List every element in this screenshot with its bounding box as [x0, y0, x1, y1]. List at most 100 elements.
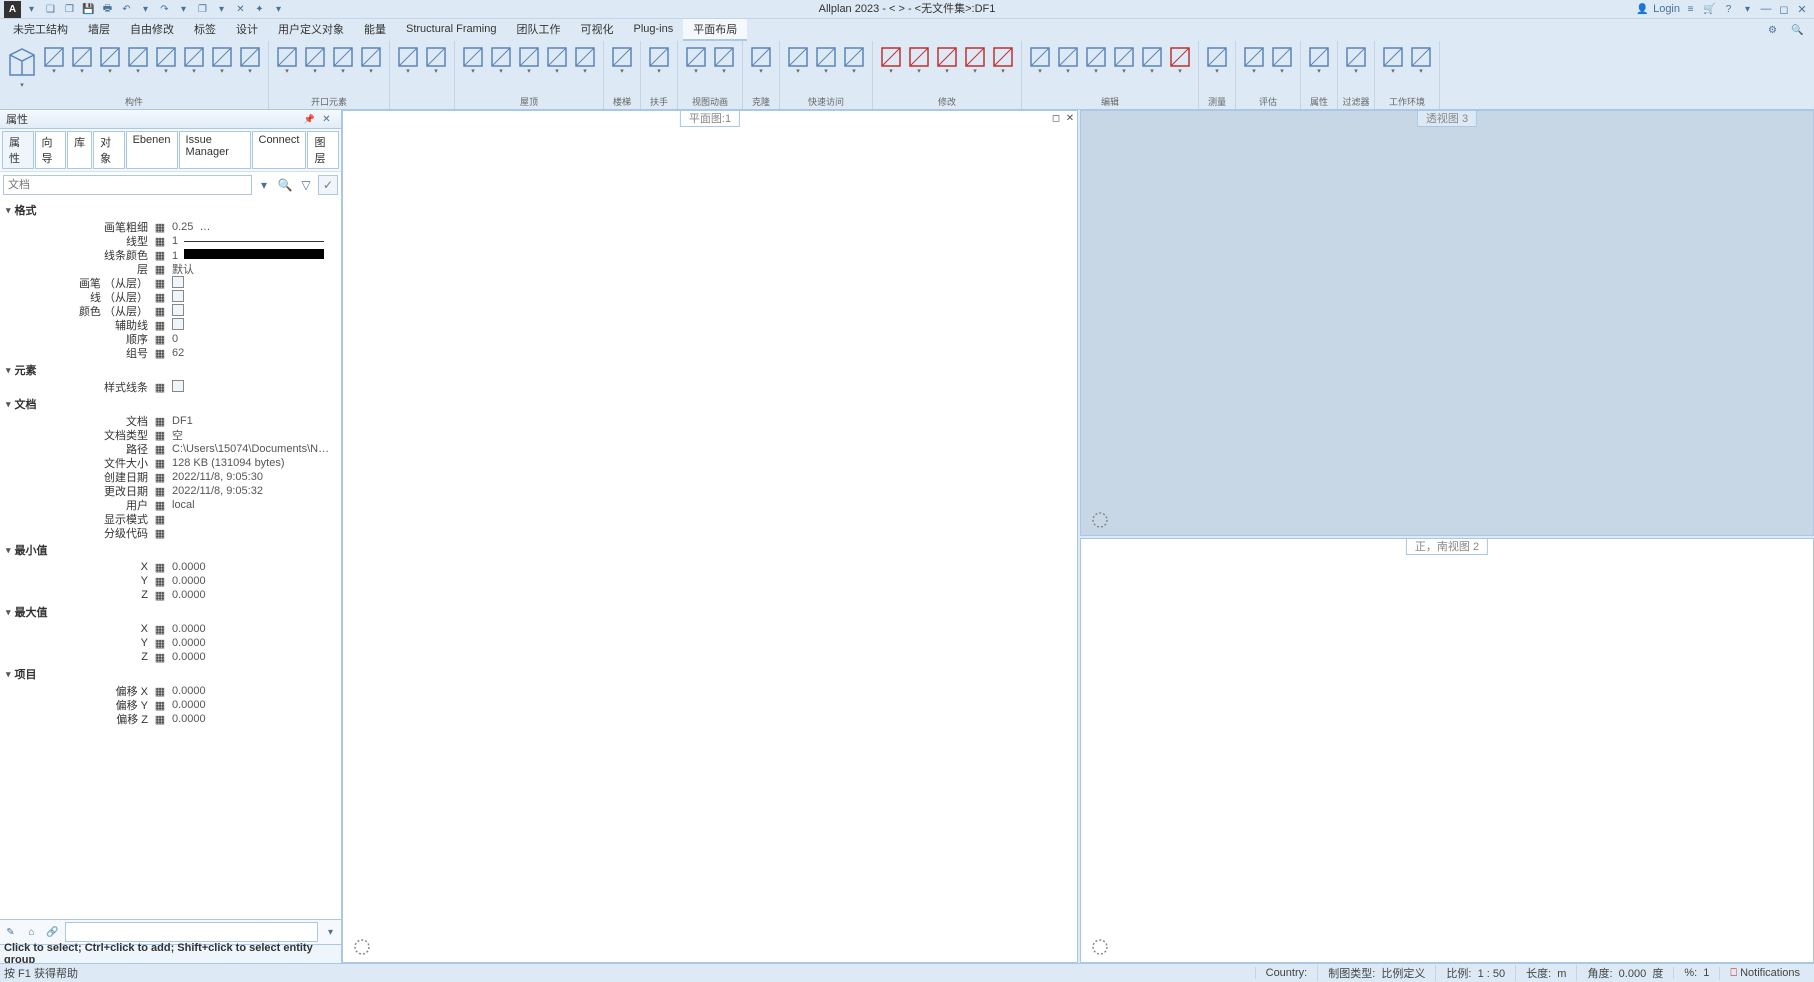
qat-new-icon[interactable]: ❏ — [42, 1, 59, 18]
wand-icon[interactable]: ✎ — [2, 924, 19, 941]
view-south[interactable]: 正，南视图 2 — [1080, 538, 1814, 964]
ed3-icon[interactable]: ▾ — [1082, 43, 1110, 77]
qat-open-icon[interactable]: ❐ — [61, 1, 78, 18]
qat-conf-icon[interactable]: ✕ — [232, 1, 249, 18]
ed4-icon[interactable]: ▾ — [1110, 43, 1138, 77]
filter-icon[interactable]: ▽ — [297, 176, 315, 194]
qat-copy-icon[interactable]: ▾ — [175, 1, 192, 18]
prop-row[interactable]: 文档类型▦空 — [0, 428, 341, 442]
mod1-icon[interactable]: ▾ — [877, 43, 905, 77]
abc-icon[interactable]: ▾ — [1240, 43, 1268, 77]
roof2-icon[interactable]: ▾ — [487, 43, 515, 77]
prop-row[interactable]: 路径▦C:\Users\15074\Documents\Nemetsche — [0, 442, 341, 456]
pct-field[interactable]: %: 1 — [1673, 967, 1719, 979]
ribbon-tab[interactable]: 未完工结构 — [3, 19, 78, 41]
maximize-button[interactable]: ◻ — [1776, 2, 1792, 16]
drawing-type-field[interactable]: 制图类型: 比例定义 — [1317, 965, 1435, 981]
prop-row[interactable]: 线型▦1 — [0, 234, 341, 248]
prop-row[interactable]: 层▦默认 — [0, 262, 341, 276]
prop-group-header[interactable]: ▾最大值 — [0, 602, 341, 622]
gear-icon[interactable]: ⚙ — [1764, 22, 1781, 39]
niche-icon[interactable]: ▾ — [357, 43, 385, 77]
mod3-icon[interactable]: ▾ — [933, 43, 961, 77]
ortho-icon[interactable]: ▾ — [840, 43, 868, 77]
dock-tab[interactable]: 对象 — [93, 131, 125, 169]
rail-icon[interactable]: ▾ — [645, 43, 673, 77]
prop-row[interactable]: 创建日期▦2022/11/8, 9:05:30 — [0, 470, 341, 484]
menu-icon[interactable]: ≡ — [1682, 1, 1699, 18]
prop-row[interactable]: Z▦0.0000 — [0, 650, 341, 664]
prop-row[interactable]: 画笔粗细▦0.25 — [0, 220, 341, 234]
zoom-icon[interactable]: 🔍 — [276, 176, 294, 194]
ed2-icon[interactable]: ▾ — [1054, 43, 1082, 77]
close-button[interactable]: ✕ — [1794, 2, 1810, 16]
prop-row[interactable]: 组号▦62 — [0, 346, 341, 360]
ribbon-tab[interactable]: Structural Framing — [396, 19, 506, 41]
slab-icon[interactable]: ▾ — [40, 43, 68, 77]
prop-row[interactable]: 分级代码▦ — [0, 526, 341, 540]
grid-icon[interactable]: ▾ — [236, 43, 264, 77]
qat-redo-icon[interactable]: ↷ — [156, 1, 173, 18]
dock-tab[interactable]: Ebenen — [126, 131, 178, 169]
search-input[interactable] — [3, 175, 252, 195]
line-icon[interactable]: ▾ — [784, 43, 812, 77]
qat-icon[interactable]: ▾ — [23, 1, 40, 18]
big-building-icon[interactable]: ▾ — [4, 43, 40, 91]
prop-row[interactable]: 文档▦DF1 — [0, 414, 341, 428]
ribbon-tab[interactable]: 可视化 — [570, 19, 623, 41]
dock-tab[interactable]: 属性 — [2, 131, 34, 169]
text-icon[interactable]: ▾ — [812, 43, 840, 77]
beam-icon[interactable]: ▾ — [68, 43, 96, 77]
prop-row[interactable]: 更改日期▦2022/11/8, 9:05:32 — [0, 484, 341, 498]
roof3-icon[interactable]: ▾ — [515, 43, 543, 77]
ribbon-tab[interactable]: 团队工作 — [506, 19, 570, 41]
notifications-button[interactable]: ⎕ Notifications — [1719, 967, 1810, 980]
roof1-icon[interactable]: ▾ — [459, 43, 487, 77]
prop-row[interactable]: 顺序▦0 — [0, 332, 341, 346]
clone-icon[interactable]: ▾ — [747, 43, 775, 77]
funnel-icon[interactable]: ▾ — [1342, 43, 1370, 77]
length-field[interactable]: 长度: m — [1515, 965, 1576, 981]
dock-tab[interactable]: Connect — [252, 131, 307, 169]
prop-group-header[interactable]: ▾项目 — [0, 664, 341, 684]
mod4-icon[interactable]: ▾ — [961, 43, 989, 77]
ed5-icon[interactable]: ▾ — [1138, 43, 1166, 77]
pin-icon[interactable]: 📌 — [301, 111, 318, 128]
opening1-icon[interactable]: ▾ — [152, 43, 180, 77]
window-icon[interactable]: ▾ — [301, 43, 329, 77]
ribbon-tab[interactable]: 标签 — [184, 19, 226, 41]
app-icon[interactable]: A — [4, 1, 21, 18]
column-icon[interactable]: ▾ — [96, 43, 124, 77]
prop-row[interactable]: 线 （从层）▦ — [0, 290, 341, 304]
prop-row[interactable]: 偏移 Z▦0.0000 — [0, 712, 341, 726]
prop-row[interactable]: 偏移 Y▦0.0000 — [0, 698, 341, 712]
dim2-icon[interactable]: ▾ — [422, 43, 450, 77]
prop-group-header[interactable]: ▾元素 — [0, 360, 341, 380]
prop-row[interactable]: 偏移 X▦0.0000 — [0, 684, 341, 698]
country-field[interactable]: Country: — [1255, 967, 1318, 979]
view-close-icon[interactable]: ✕ — [1063, 111, 1077, 125]
prop-row[interactable]: Z▦0.0000 — [0, 588, 341, 602]
search-drop-icon[interactable]: ▾ — [255, 176, 273, 194]
prop-row[interactable]: 辅助线▦ — [0, 318, 341, 332]
ribbon-tab[interactable]: 用户定义对象 — [268, 19, 354, 41]
prop-row[interactable]: 显示模式▦ — [0, 512, 341, 526]
login-label[interactable]: Login — [1653, 3, 1680, 15]
stair-icon[interactable]: ▾ — [608, 43, 636, 77]
dock-close-icon[interactable]: ✕ — [318, 111, 335, 128]
dock-tab[interactable]: 库 — [67, 131, 92, 169]
drop-icon[interactable]: ▾ — [1739, 1, 1756, 18]
qat-tools-icon[interactable]: ✦ — [251, 1, 268, 18]
del-icon[interactable]: ▾ — [1166, 43, 1194, 77]
opening3-icon[interactable]: ▾ — [208, 43, 236, 77]
view-plan[interactable]: 平面图:1 ◻✕ — [342, 110, 1078, 963]
opening2-icon[interactable]: ▾ — [180, 43, 208, 77]
grid2-icon[interactable]: ▾ — [1407, 43, 1435, 77]
ed1-icon[interactable]: ▾ — [1026, 43, 1054, 77]
qat-cut-icon[interactable]: ▾ — [213, 1, 230, 18]
door-icon[interactable]: ▾ — [273, 43, 301, 77]
ribbon-tab[interactable]: 墙层 — [78, 19, 120, 41]
check-icon[interactable]: ✓ — [318, 175, 338, 195]
ribbon-tab[interactable]: 能量 — [354, 19, 396, 41]
prop-row[interactable]: 画笔 （从层）▦ — [0, 276, 341, 290]
